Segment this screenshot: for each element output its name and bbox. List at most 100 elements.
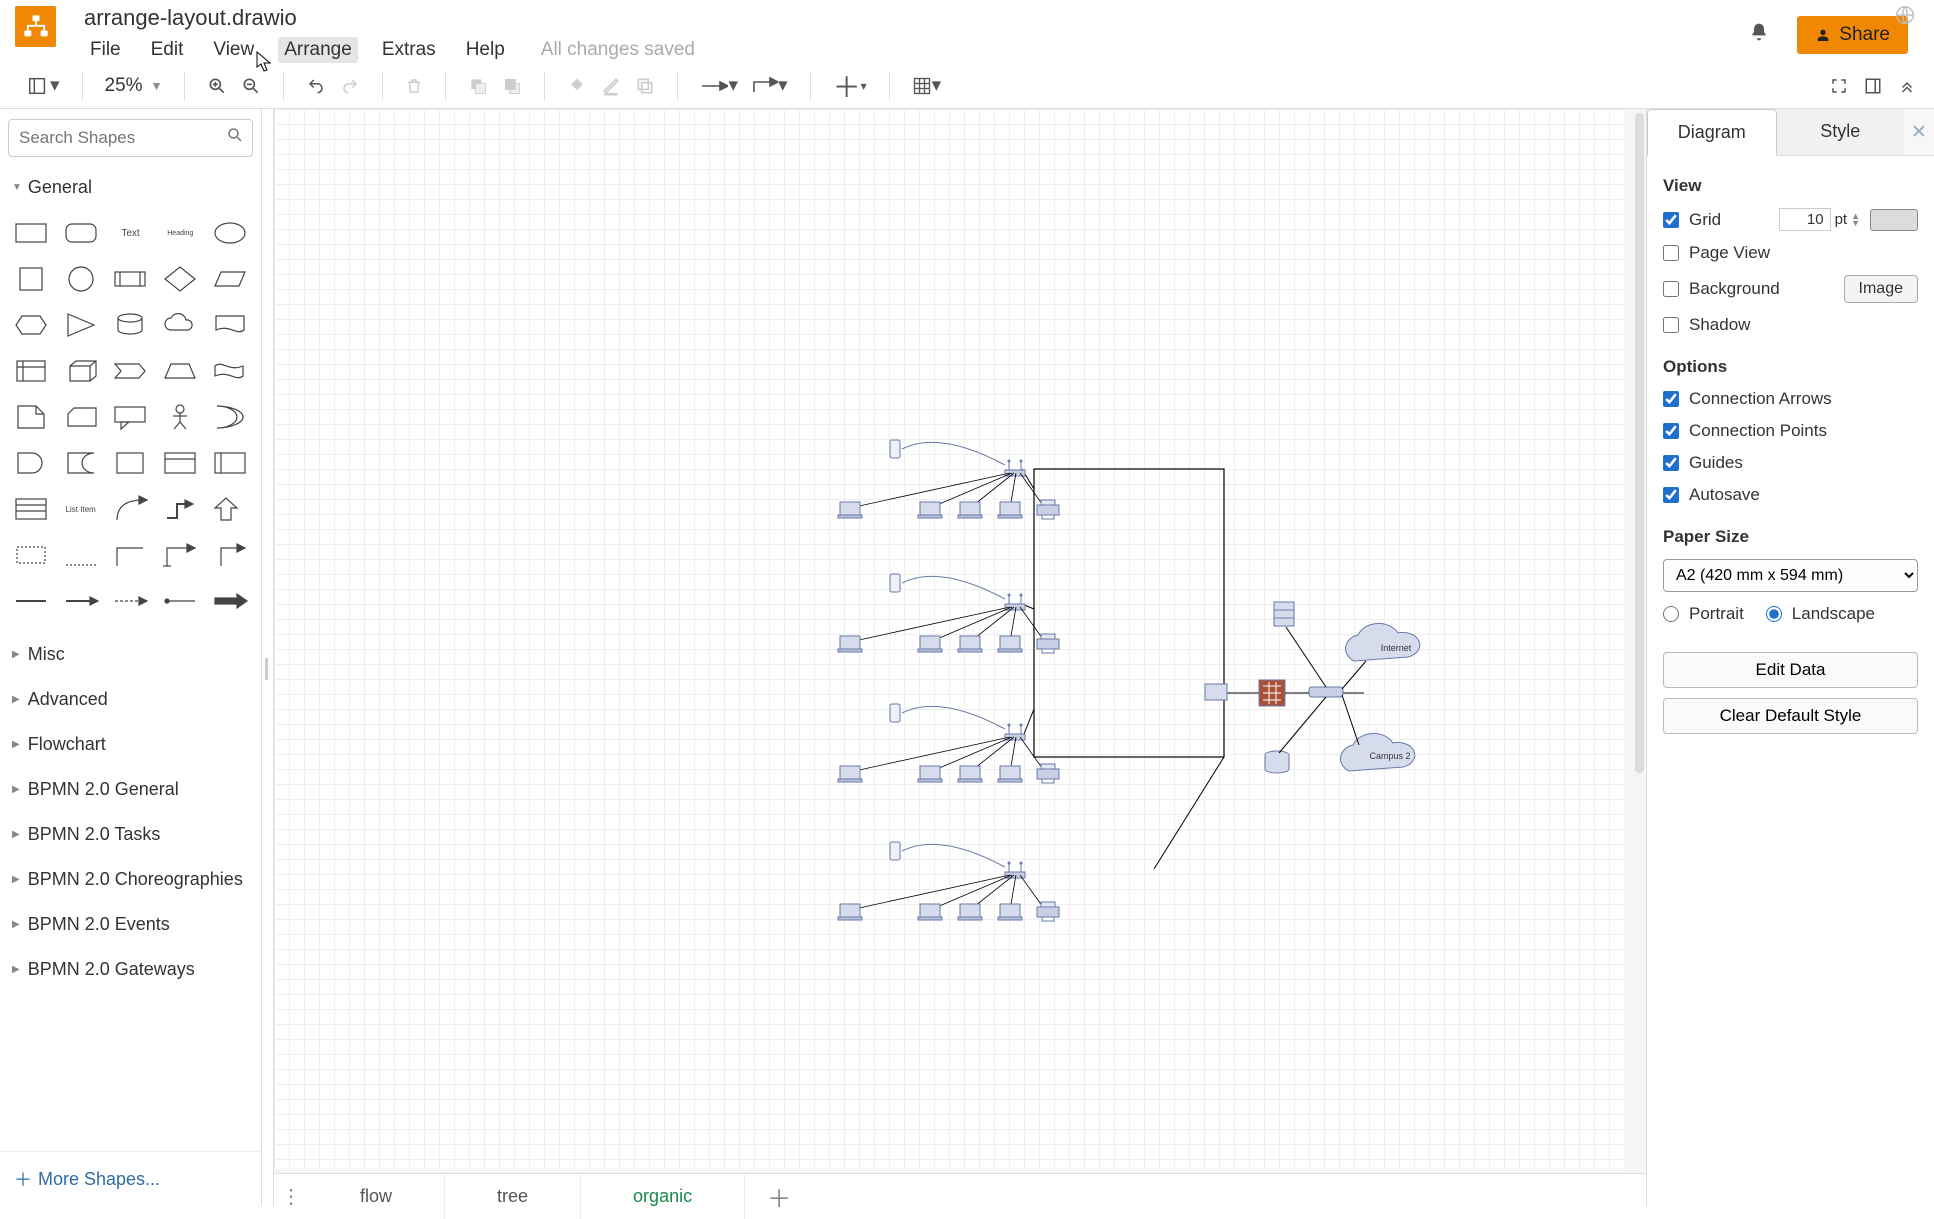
guides-checkbox[interactable]	[1663, 455, 1679, 471]
shape-curve[interactable]	[110, 490, 152, 528]
grid-size-stepper[interactable]: ▲▼	[1851, 213, 1860, 227]
section-bpmn-gateways[interactable]: ▶BPMN 2.0 Gateways	[0, 947, 261, 992]
shape-internal-storage[interactable]	[10, 352, 52, 390]
shape-parallelogram[interactable]	[209, 260, 251, 298]
shape-rounded-rect[interactable]	[60, 214, 102, 252]
shape-heading[interactable]: Heading	[159, 214, 201, 252]
to-back-icon[interactable]	[502, 76, 522, 96]
add-page-icon[interactable]: ＋	[745, 1179, 813, 1214]
autosave-checkbox[interactable]	[1663, 487, 1679, 503]
shape-and[interactable]	[10, 444, 52, 482]
search-shapes-input[interactable]	[8, 119, 253, 157]
page-tab-flow[interactable]: flow	[308, 1174, 445, 1219]
page-tab-organic[interactable]: organic	[581, 1174, 745, 1219]
shape-list[interactable]	[10, 490, 52, 528]
grid-size-input[interactable]: 10	[1779, 208, 1831, 231]
connection-style-icon[interactable]: ▾	[700, 74, 738, 97]
search-icon[interactable]	[226, 126, 244, 150]
edit-data-button[interactable]: Edit Data	[1663, 652, 1918, 688]
shape-process[interactable]	[110, 260, 152, 298]
menu-file[interactable]: File	[84, 37, 127, 63]
shadow-checkbox[interactable]	[1663, 317, 1679, 333]
fill-color-icon[interactable]	[567, 76, 587, 96]
menu-arrange[interactable]: Arrange	[278, 37, 358, 63]
shape-cube[interactable]	[60, 352, 102, 390]
more-shapes-button[interactable]: ＋ More Shapes...	[0, 1151, 261, 1206]
shape-rectangle[interactable]	[10, 214, 52, 252]
grid-checkbox[interactable]	[1663, 212, 1679, 228]
collapse-icon[interactable]	[1898, 77, 1916, 95]
sidebar-splitter[interactable]	[262, 109, 274, 1206]
shape-datastore[interactable]	[60, 444, 102, 482]
shape-text[interactable]: Text	[110, 214, 152, 252]
format-panel-icon[interactable]	[1864, 77, 1882, 95]
undo-icon[interactable]	[306, 77, 326, 95]
section-bpmn-tasks[interactable]: ▶BPMN 2.0 Tasks	[0, 812, 261, 857]
file-title[interactable]: arrange-layout.drawio	[84, 6, 695, 30]
shape-arrow-elbow[interactable]	[159, 490, 201, 528]
conn-points-checkbox[interactable]	[1663, 423, 1679, 439]
shape-card[interactable]	[60, 398, 102, 436]
shape-hcontainer[interactable]	[159, 444, 201, 482]
shape-step[interactable]	[110, 352, 152, 390]
insert-icon[interactable]: ＋ ▾	[833, 66, 867, 106]
shape-elbow2[interactable]	[110, 536, 152, 574]
share-button[interactable]: Share	[1797, 16, 1908, 54]
shape-trapezoid[interactable]	[159, 352, 201, 390]
menu-help[interactable]: Help	[460, 37, 511, 63]
tab-diagram[interactable]: Diagram	[1647, 109, 1777, 156]
shape-listitem[interactable]: List Item	[60, 490, 102, 528]
shape-container[interactable]	[110, 444, 152, 482]
shape-diamond[interactable]	[159, 260, 201, 298]
language-icon[interactable]	[1894, 4, 1916, 32]
shape-cloud[interactable]	[159, 306, 201, 344]
shape-dashed-arrow[interactable]	[110, 582, 152, 620]
image-button[interactable]: Image	[1844, 275, 1918, 303]
canvas[interactable]: Internet Campus 2	[274, 109, 1646, 1206]
shape-document[interactable]	[209, 306, 251, 344]
landscape-radio[interactable]	[1766, 606, 1782, 622]
close-panel-icon[interactable]: ✕	[1904, 109, 1934, 155]
shape-callout[interactable]	[110, 398, 152, 436]
pages-menu-icon[interactable]: ⋮	[274, 1184, 308, 1209]
section-misc[interactable]: ▶Misc	[0, 632, 261, 677]
delete-icon[interactable]	[405, 76, 423, 96]
waypoint-style-icon[interactable]: ▾	[752, 74, 788, 97]
shape-dashed-line[interactable]	[60, 536, 102, 574]
zoom-in-icon[interactable]	[207, 76, 227, 96]
shape-vcontainer[interactable]	[209, 444, 251, 482]
shape-line-arrow[interactable]	[60, 582, 102, 620]
shape-hexagon[interactable]	[10, 306, 52, 344]
canvas-vertical-scrollbar[interactable]	[1635, 113, 1644, 773]
diagram-content[interactable]: Internet Campus 2	[274, 109, 1624, 1169]
section-general[interactable]: ▼General	[0, 167, 261, 208]
background-checkbox[interactable]	[1663, 281, 1679, 297]
section-flowchart[interactable]: ▶Flowchart	[0, 722, 261, 767]
section-bpmn-choreographies[interactable]: ▶BPMN 2.0 Choreographies	[0, 857, 261, 902]
shape-cylinder[interactable]	[110, 306, 152, 344]
shape-connector[interactable]	[159, 582, 201, 620]
shape-elbow-arrow2[interactable]	[209, 536, 251, 574]
shape-circle[interactable]	[60, 260, 102, 298]
papersize-select[interactable]: A2 (420 mm x 594 mm)	[1663, 559, 1918, 592]
pageview-checkbox[interactable]	[1663, 245, 1679, 261]
shape-arrow-up[interactable]	[209, 490, 251, 528]
section-bpmn-events[interactable]: ▶BPMN 2.0 Events	[0, 902, 261, 947]
shape-or[interactable]	[209, 398, 251, 436]
notifications-icon[interactable]	[1749, 21, 1769, 49]
shape-dashed-rect[interactable]	[10, 536, 52, 574]
sidebar-toggle-icon[interactable]: ▾	[26, 74, 60, 97]
shape-tape[interactable]	[209, 352, 251, 390]
portrait-radio[interactable]	[1663, 606, 1679, 622]
menu-edit[interactable]: Edit	[145, 37, 190, 63]
zoom-dropdown[interactable]: 25%▼	[105, 75, 163, 97]
menu-view[interactable]: View	[207, 37, 260, 63]
menu-extras[interactable]: Extras	[376, 37, 442, 63]
to-front-icon[interactable]	[468, 76, 488, 96]
clear-style-button[interactable]: Clear Default Style	[1663, 698, 1918, 734]
section-advanced[interactable]: ▶Advanced	[0, 677, 261, 722]
redo-icon[interactable]	[340, 77, 360, 95]
page-tab-tree[interactable]: tree	[445, 1174, 581, 1219]
conn-arrows-checkbox[interactable]	[1663, 391, 1679, 407]
shadow-icon[interactable]	[635, 76, 655, 96]
